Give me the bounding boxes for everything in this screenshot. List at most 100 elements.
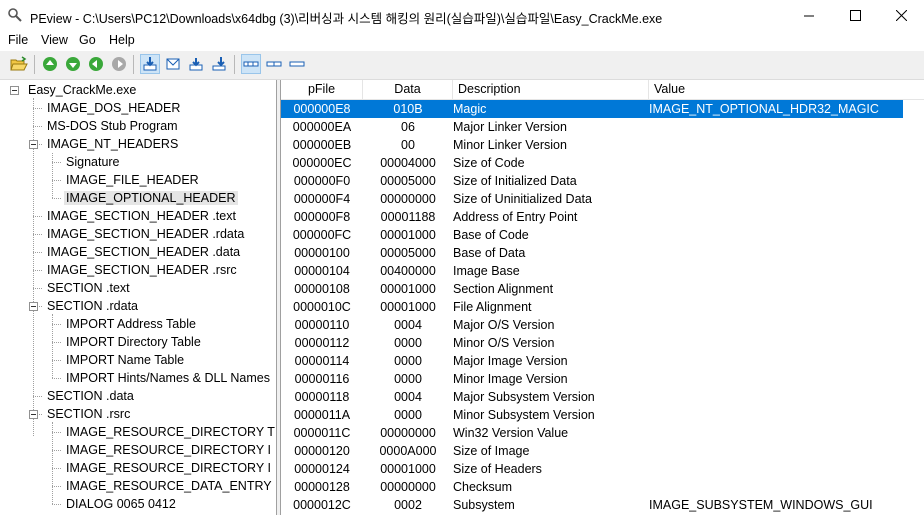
view-down3-button[interactable] <box>209 54 229 74</box>
tree-item[interactable]: IMAGE_DOS_HEADER <box>45 99 182 117</box>
list-mode-2-button[interactable] <box>264 54 284 74</box>
tree-item[interactable]: DIALOG 0065 0412 <box>64 495 178 513</box>
table-row[interactable]: 000000E8 010B Magic IMAGE_NT_OPTIONAL_HDR32… <box>281 100 903 118</box>
tree-item[interactable]: IMAGE_RESOURCE_DATA_ENTRY <box>64 477 274 495</box>
cell-description: Minor O/S Version <box>453 336 555 350</box>
tree-item[interactable]: Signature <box>64 153 122 171</box>
table-row[interactable]: 00000100 00005000 Base of Data <box>281 244 903 262</box>
details-list[interactable]: pFile Data Description Value 000000E8 010… <box>280 80 924 515</box>
tree-item[interactable]: IMAGE_SECTION_HEADER .data <box>45 243 242 261</box>
column-header-data[interactable]: Data <box>363 80 453 99</box>
tree-item[interactable]: IMPORT Address Table <box>64 315 198 333</box>
menu-file[interactable]: File <box>8 33 28 47</box>
table-row[interactable]: 00000104 00400000 Image Base <box>281 262 903 280</box>
collapse-toggle-icon[interactable] <box>29 410 38 419</box>
back-button[interactable] <box>40 54 60 74</box>
tree-item[interactable]: IMPORT Name Table <box>64 351 186 369</box>
back-alt-icon <box>89 57 103 71</box>
cell-pfile: 00000100 <box>294 246 350 260</box>
table-row[interactable]: 00000108 00001000 Section Alignment <box>281 280 903 298</box>
tree-item[interactable]: IMAGE_RESOURCE_DIRECTORY I <box>64 441 273 459</box>
column-header-description[interactable]: Description <box>453 80 649 99</box>
tree-item-label: IMPORT Name Table <box>66 353 185 367</box>
cell-description: Checksum <box>453 480 513 494</box>
forward-button[interactable] <box>63 54 83 74</box>
table-row[interactable]: 000000F4 00000000 Size of Uninitialized Da… <box>281 190 903 208</box>
tree-item[interactable]: IMAGE_SECTION_HEADER .rsrc <box>45 261 239 279</box>
tree-item-label: SECTION .rsrc <box>47 407 131 421</box>
view-down-button[interactable] <box>140 54 160 74</box>
column-header-pfile[interactable]: pFile <box>281 80 363 99</box>
view-mail-button[interactable] <box>163 54 183 74</box>
table-row[interactable]: 0000010C 00001000 File Alignment <box>281 298 903 316</box>
tree-item[interactable]: IMAGE_SECTION_HEADER .rdata <box>45 225 246 243</box>
table-row[interactable]: 0000011A 0000 Minor Subsystem Version <box>281 406 903 424</box>
table-row[interactable]: 000000EA 06 Major Linker Version <box>281 118 903 136</box>
tree-item[interactable]: SECTION .text <box>45 279 132 297</box>
table-row[interactable]: 0000012C 0002 Subsystem IMAGE_SUBSYSTEM_WIN… <box>281 496 903 514</box>
forward-disabled-button[interactable] <box>109 54 129 74</box>
cell-pfile: 0000011A <box>293 408 351 422</box>
tree-item[interactable]: IMAGE_SECTION_HEADER .text <box>45 207 238 225</box>
table-row[interactable]: 000000EB 00 Minor Linker Version <box>281 136 903 154</box>
cell-data: 00000000 <box>380 480 436 494</box>
table-row[interactable]: 0000011C 00000000 Win32 Version Value <box>281 424 903 442</box>
collapse-toggle-icon[interactable] <box>10 86 19 95</box>
cell-description: Major O/S Version <box>453 318 555 332</box>
table-row[interactable]: 00000120 0000A000 Size of Image <box>281 442 903 460</box>
tree-item-label: IMAGE_FILE_HEADER <box>66 173 199 187</box>
maximize-button[interactable] <box>832 0 878 31</box>
cell-pfile: 000000EA <box>292 120 352 134</box>
cell-data: 00 <box>401 138 415 152</box>
menu-view[interactable]: View <box>41 33 68 47</box>
table-row[interactable]: 00000124 00001000 Size of Headers <box>281 460 903 478</box>
close-button[interactable] <box>878 0 924 31</box>
tree-item[interactable]: SECTION .data <box>45 387 136 405</box>
tree-item[interactable]: IMAGE_OPTIONAL_HEADER <box>64 189 238 207</box>
tree-item[interactable]: Easy_CrackMe.exe <box>26 81 138 99</box>
table-row[interactable]: 000000EC 00004000 Size of Code <box>281 154 903 172</box>
collapse-toggle-icon[interactable] <box>29 140 38 149</box>
back-alt-button[interactable] <box>86 54 106 74</box>
list-mode-3-button[interactable] <box>287 54 307 74</box>
table-row[interactable]: 000000FC 00001000 Base of Code <box>281 226 903 244</box>
cell-description: Size of Initialized Data <box>453 174 577 188</box>
tree-item[interactable]: IMPORT Hints/Names & DLL Names <box>64 369 272 387</box>
tree-item[interactable]: MS-DOS Stub Program <box>45 117 180 135</box>
cell-pfile: 00000104 <box>294 264 350 278</box>
tree-item[interactable]: IMPORT Directory Table <box>64 333 203 351</box>
view-down2-button[interactable] <box>186 54 206 74</box>
menu-go[interactable]: Go <box>79 33 96 47</box>
tree-pane[interactable]: Easy_CrackMe.exe IMAGE_DOS_HEADER MS-DOS S… <box>0 80 277 515</box>
table-row[interactable]: 000000F8 00001188 Address of Entry Point <box>281 208 903 226</box>
table-row[interactable]: 00000110 0004 Major O/S Version <box>281 316 903 334</box>
cell-pfile: 000000F4 <box>293 192 351 206</box>
tree-item-label: SECTION .rdata <box>47 299 138 313</box>
tree-item[interactable]: IMAGE_NT_HEADERS <box>45 135 180 153</box>
table-row[interactable]: 00000112 0000 Minor O/S Version <box>281 334 903 352</box>
cell-data: 00000000 <box>380 192 436 206</box>
column-header-value[interactable]: Value <box>649 80 924 99</box>
tree-item[interactable]: SECTION .rdata <box>45 297 140 315</box>
cell-description: Minor Linker Version <box>453 138 567 152</box>
collapse-toggle-icon[interactable] <box>29 302 38 311</box>
view-down3-icon <box>212 57 226 71</box>
tree-item[interactable]: IMAGE_RESOURCE_DIRECTORY I <box>64 459 273 477</box>
tree-item[interactable]: SECTION .rsrc <box>45 405 132 423</box>
table-row[interactable]: 00000116 0000 Minor Image Version <box>281 370 903 388</box>
list-mode-1-button[interactable] <box>241 54 261 74</box>
cell-pfile: 00000110 <box>294 318 350 332</box>
minimize-button[interactable] <box>786 0 832 31</box>
table-row[interactable]: 00000128 00000000 Checksum <box>281 478 903 496</box>
menu-help[interactable]: Help <box>109 33 135 47</box>
open-button[interactable] <box>9 54 29 74</box>
tree-item[interactable]: IMAGE_RESOURCE_DIRECTORY T <box>64 423 276 441</box>
table-row[interactable]: 00000114 0000 Major Image Version <box>281 352 903 370</box>
cell-description: Subsystem <box>453 498 515 512</box>
cell-pfile: 0000012C <box>293 498 351 512</box>
cell-data: 00000000 <box>380 426 436 440</box>
table-row[interactable]: 00000118 0004 Major Subsystem Version <box>281 388 903 406</box>
table-row[interactable]: 000000F0 00005000 Size of Initialized Data <box>281 172 903 190</box>
open-icon <box>10 56 28 71</box>
tree-item[interactable]: IMAGE_FILE_HEADER <box>64 171 201 189</box>
